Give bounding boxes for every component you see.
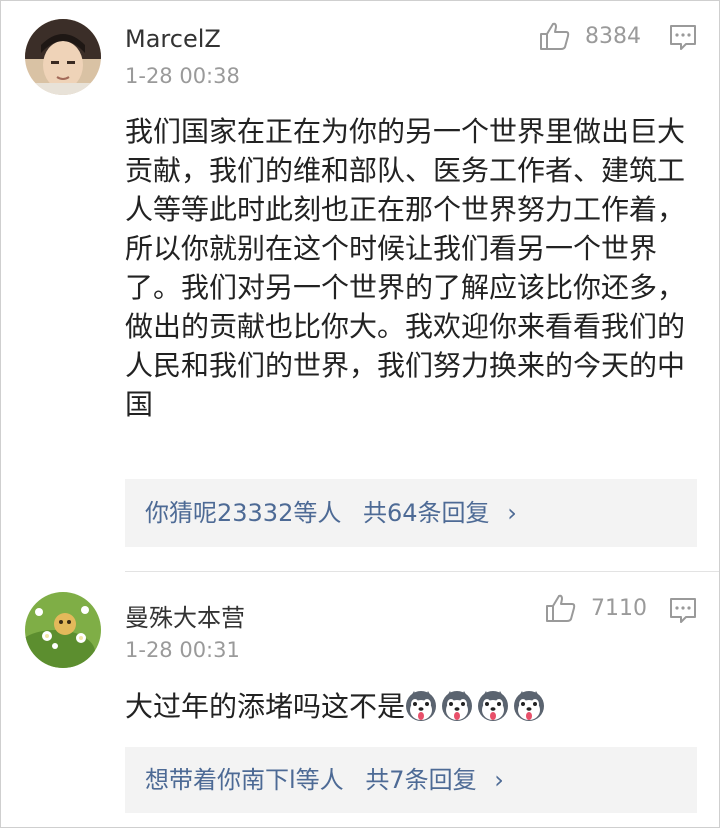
comment-text: 我们国家在正在为你的另一个世界里做出巨大贡献，我们的维和部队、医务工作者、建筑工… [125, 115, 686, 421]
comment-bubble-icon[interactable] [669, 597, 697, 625]
husky-face-emoji [405, 690, 437, 722]
like-count: 8384 [585, 24, 641, 49]
comment-text: 大过年的添堵吗这不是 [125, 690, 406, 723]
reply-users: 你猜呢23332等人 [145, 499, 342, 527]
comment-bubble-icon[interactable] [669, 24, 697, 52]
chevron-right-icon: › [507, 499, 517, 527]
timestamp: 1-28 00:31 [125, 638, 240, 662]
husky-face-emoji [441, 690, 473, 722]
divider [125, 571, 719, 572]
husky-face-emoji [513, 690, 545, 722]
replies-summary[interactable]: 想带着你南下l等人 共7条回复 › [125, 747, 697, 813]
avatar[interactable] [25, 19, 101, 95]
reply-count: 共7条回复 [365, 766, 477, 794]
comment-text-line: 大过年的添堵吗这不是 [125, 687, 705, 726]
thumbs-up-icon[interactable] [545, 593, 577, 623]
husky-face-emoji [477, 690, 509, 722]
chevron-right-icon: › [494, 766, 504, 794]
thumbs-up-icon[interactable] [539, 21, 571, 51]
comment-item: 曼殊大本营 1-28 00:31 7110 大过年的添堵吗这不是 想带着你南下l… [1, 573, 719, 829]
username[interactable]: 曼殊大本营 [125, 598, 245, 633]
timestamp: 1-28 00:38 [125, 64, 240, 88]
reply-count: 共64条回复 [363, 499, 490, 527]
emoji-row [405, 690, 549, 723]
comment-item: MarcelZ 1-28 00:38 8384 我们国家在正在为你的另一个世界里… [1, 1, 719, 571]
username[interactable]: MarcelZ [125, 25, 221, 53]
like-count: 7110 [591, 596, 647, 621]
reply-users: 想带着你南下l等人 [145, 766, 344, 794]
replies-summary[interactable]: 你猜呢23332等人 共64条回复 › [125, 479, 697, 547]
avatar[interactable] [25, 592, 101, 668]
